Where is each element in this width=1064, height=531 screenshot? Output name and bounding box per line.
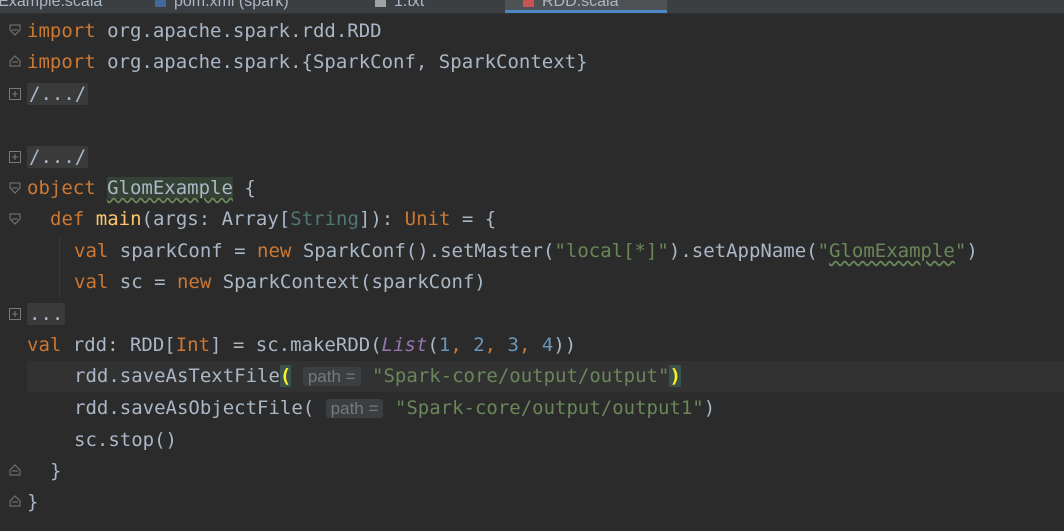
editor-gutter[interactable] (0, 14, 26, 531)
indent-guide (59, 236, 60, 298)
code-line-def-main[interactable]: def main(args: Array[String]): Unit = { (50, 204, 496, 235)
object-name: GlomExample (107, 177, 233, 199)
fold-end-icon[interactable] (9, 55, 21, 67)
code-line-import-spark[interactable]: import org.apache.spark.{SparkConf, Spar… (27, 47, 588, 78)
text-file-icon (375, 0, 386, 8)
code-line-save-text-file[interactable]: rdd.saveAsTextFile( path = "Spark-core/o… (74, 361, 681, 392)
code-line-spark-conf[interactable]: val sparkConf = new SparkConf().setMaste… (74, 236, 978, 267)
code-line-folded-comment[interactable]: /.../ (27, 142, 89, 173)
code-line-folded-comment[interactable]: /.../ (27, 79, 89, 110)
code-line-object[interactable]: object GlomExample { (27, 173, 256, 204)
code-line-save-object-file[interactable]: rdd.saveAsObjectFile( path = "Spark-core… (74, 393, 715, 424)
code-line-stop[interactable]: sc.stop() (74, 425, 177, 456)
tab-1-txt[interactable]: 1.txt (375, 0, 424, 13)
code-line-import-rdd[interactable]: import org.apache.spark.rdd.RDD (27, 16, 382, 47)
code-line-close-main[interactable]: } (50, 456, 61, 487)
folded-region[interactable]: ... (27, 303, 66, 325)
code-line-folded-block[interactable]: ... (27, 299, 66, 330)
matched-paren: ) (669, 365, 681, 387)
code-line-spark-context[interactable]: val sc = new SparkContext(sparkConf) (74, 267, 486, 298)
maven-icon (155, 0, 166, 8)
expand-fold-icon[interactable] (9, 151, 21, 163)
fold-end-icon[interactable] (9, 495, 21, 507)
fold-start-icon[interactable] (9, 182, 21, 194)
fold-start-icon[interactable] (9, 24, 21, 36)
matched-paren: ( (279, 365, 292, 387)
folded-region[interactable]: /.../ (27, 83, 89, 105)
code-line-close-object[interactable]: } (27, 487, 38, 518)
tab-rdd-scala[interactable]: RDD.scala (505, 0, 667, 13)
parameter-hint: path = (325, 399, 384, 418)
fold-start-icon[interactable] (9, 213, 21, 225)
tab-pom-xml[interactable]: pom.xml (spark) (155, 0, 289, 13)
parameter-hint: path = (302, 367, 361, 386)
code-line-rdd[interactable]: val rdd: RDD[Int] = sc.makeRDD(List(1, 2… (27, 330, 576, 361)
expand-fold-icon[interactable] (9, 88, 21, 100)
scala-file-icon (523, 0, 534, 8)
fold-end-icon[interactable] (9, 464, 21, 476)
expand-fold-icon[interactable] (9, 308, 21, 320)
tab-glom-example[interactable]: GlomExample.scala (0, 0, 102, 13)
folded-region[interactable]: /.../ (27, 146, 89, 168)
editor-tab-bar: GlomExample.scala pom.xml (spark) 1.txt … (0, 0, 1064, 14)
